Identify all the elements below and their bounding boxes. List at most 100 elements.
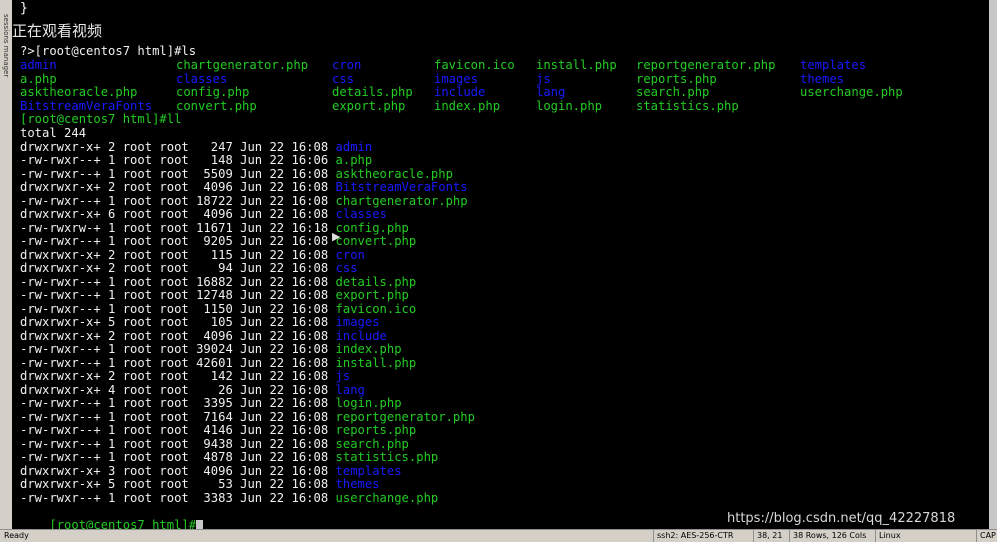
ll-row-meta: drwxrwxr-x+ 2 root root 4096 Jun 22 16:0… (20, 328, 336, 343)
ls-entry: templates (800, 58, 867, 72)
total-line: total 244 (20, 126, 87, 140)
ll-row-filename: index.php (335, 342, 402, 356)
ls-entry: index.php (434, 98, 501, 113)
status-size: 38 Rows, 126 Cols (789, 530, 875, 542)
ll-row-meta: drwxrwxr-x+ 2 root root 4096 Jun 22 16:0… (20, 180, 336, 194)
ll-row-filename: chartgenerator.php (335, 193, 468, 208)
ls-entry: favicon.ico (434, 58, 515, 72)
ll-row: drwxrwxr-x+ 2 root root 94 Jun 22 16:08 … (20, 261, 358, 275)
ll-row: drwxrwxr-x+ 3 root root 4096 Jun 22 16:0… (20, 464, 402, 478)
ll-row-meta: -rw-rwxr--+ 1 root root 39024 Jun 22 16:… (20, 342, 336, 356)
ls-entry: reports.php (636, 71, 717, 86)
ll-row-meta: -rw-rwxr--+ 1 root root 12748 Jun 22 16:… (20, 288, 336, 302)
ll-row-meta: drwxrwxr-x+ 4 root root 26 Jun 22 16:08 (20, 382, 336, 397)
ll-row-filename: templates (335, 463, 402, 478)
text-cursor (196, 519, 204, 529)
ls-entry: themes (800, 71, 845, 86)
ll-row: -rw-rwxr--+ 1 root root 148 Jun 22 16:06… (20, 153, 372, 167)
ll-row-meta: -rw-rwxr--+ 1 root root 9438 Jun 22 16:0… (20, 436, 336, 451)
ll-row: drwxrwxr-x+ 5 root root 105 Jun 22 16:08… (20, 315, 380, 329)
session-manager-label: sessions manager (2, 14, 10, 78)
ll-row-filename: images (335, 315, 380, 329)
ll-row-filename: reports.php (335, 423, 417, 437)
ll-row-filename: js (335, 369, 351, 383)
ll-row-filename: reportgenerator.php (335, 409, 475, 424)
ll-row: -rw-rwxr--+ 1 root root 18722 Jun 22 16:… (20, 194, 468, 208)
ls-entry: reportgenerator.php (636, 58, 776, 72)
ll-row-filename: lang (335, 382, 365, 397)
ls-entry: install.php (536, 58, 617, 72)
status-ready: Ready (4, 531, 29, 540)
ll-row-filename: statistics.php (335, 450, 439, 464)
status-cursor-pos: 38, 21 (753, 530, 787, 542)
ls-entry: userchange.php (800, 85, 903, 99)
ls-entry: statistics.php (636, 98, 739, 113)
ll-row-filename: a.php (335, 153, 373, 167)
ls-entry: config.php (176, 85, 250, 99)
ll-row: -rw-rwxr--+ 1 root root 16882 Jun 22 16:… (20, 275, 416, 289)
ll-row: drwxrwxr-x+ 2 root root 247 Jun 22 16:08… (20, 140, 372, 154)
ll-row: -rw-rwxr--+ 1 root root 39024 Jun 22 16:… (20, 342, 402, 356)
ll-row-filename: themes (335, 477, 380, 491)
ls-entry: export.php (332, 98, 406, 113)
ll-row: -rw-rwxr--+ 1 root root 9205 Jun 22 16:0… (20, 234, 416, 248)
ll-row-filename: classes (335, 207, 387, 221)
previous-output-brace: } (20, 1, 28, 16)
ls-entry: login.php (536, 98, 603, 113)
ll-row-meta: drwxrwxr-x+ 2 root root 115 Jun 22 16:08 (20, 247, 336, 262)
status-ssh: ssh2: AES-256-CTR (653, 530, 745, 542)
ll-row: drwxrwxr-x+ 4 root root 26 Jun 22 16:08 … (20, 383, 365, 397)
mouse-cursor-icon: ▶ (332, 230, 341, 243)
ls-entry: admin (20, 58, 57, 72)
ls-entry: BitstreamVeraFonts (20, 98, 153, 113)
ll-row-filename: admin (335, 139, 373, 154)
final-prompt-line[interactable]: [root@centos7 html]# (20, 504, 204, 529)
ll-row-filename: install.php (335, 355, 417, 370)
watermark: https://blog.csdn.net/qq_42227818 (727, 511, 956, 526)
ll-row-filename: BitstreamVeraFonts (335, 180, 468, 194)
ls-entry: asktheoracle.php (20, 85, 138, 99)
ls-entry: chartgenerator.php (176, 58, 309, 72)
ls-entry: convert.php (176, 98, 257, 113)
ll-row-meta: -rw-rwxr--+ 1 root root 7164 Jun 22 16:0… (20, 409, 336, 424)
ll-row-filename: convert.php (335, 234, 417, 248)
ll-row-meta: -rw-rwxr--+ 1 root root 148 Jun 22 16:06 (20, 153, 336, 167)
ll-row-meta: -rw-rwxr--+ 1 root root 4146 Jun 22 16:0… (20, 423, 336, 437)
ll-row-filename: favicon.ico (335, 301, 417, 316)
video-overlay-text: 正在观看视频 (12, 22, 103, 40)
final-prompt-text: [root@centos7 html]# (49, 518, 197, 529)
ll-row-meta: -rw-rwxr--+ 1 root root 42601 Jun 22 16:… (20, 355, 336, 370)
ll-row-meta: drwxrwxr-x+ 5 root root 105 Jun 22 16:08 (20, 315, 336, 329)
ls-entry: classes (176, 71, 228, 86)
status-os: Linux (875, 530, 909, 542)
ll-row-filename: userchange.php (335, 490, 439, 505)
ll-row-meta: -rw-rwxr--+ 1 root root 1150 Jun 22 16:0… (20, 301, 336, 316)
ll-row-filename: export.php (335, 288, 409, 302)
terminal-screen[interactable]: } 正在观看视频 ?>[root@centos7 html]#ls admin a… (12, 0, 989, 529)
ll-row: -rw-rwxr--+ 1 root root 3383 Jun 22 16:0… (20, 491, 438, 505)
ll-row: -rw-rwxr--+ 1 root root 9438 Jun 22 16:0… (20, 437, 409, 451)
ll-row: drwxrwxr-x+ 6 root root 4096 Jun 22 16:0… (20, 207, 387, 221)
ll-row-filename: search.php (335, 436, 409, 451)
ll-row-meta: -rw-rwxr--+ 1 root root 4878 Jun 22 16:0… (20, 450, 336, 464)
ll-row: -rw-rwxr--+ 1 root root 7164 Jun 22 16:0… (20, 410, 475, 424)
ll-row-filename: asktheoracle.php (335, 166, 453, 181)
ls-entry: css (332, 71, 355, 86)
status-cap: CAP (976, 530, 997, 542)
ls-entry: details.php (332, 85, 413, 99)
ll-row-meta: -rw-rwxr--+ 1 root root 18722 Jun 22 16:… (20, 193, 336, 208)
prompt-ls-line: ?>[root@centos7 html]#ls (20, 44, 197, 58)
ll-row-filename: details.php (335, 274, 417, 289)
ll-row: -rw-rwxrw-+ 1 root root 11671 Jun 22 16:… (20, 221, 409, 235)
ll-row: drwxrwxr-x+ 2 root root 142 Jun 22 16:08… (20, 369, 350, 383)
ll-row-meta: drwxrwxr-x+ 2 root root 94 Jun 22 16:08 (20, 261, 336, 275)
scrollbar[interactable] (989, 0, 997, 529)
ll-row: -rw-rwxr--+ 1 root root 12748 Jun 22 16:… (20, 288, 409, 302)
ll-row-meta: -rw-rwxr--+ 1 root root 5509 Jun 22 16:0… (20, 166, 336, 181)
ls-entry: lang (536, 85, 566, 99)
ll-row: drwxrwxr-x+ 2 root root 4096 Jun 22 16:0… (20, 329, 387, 343)
ls-entry: js (536, 71, 551, 86)
ll-row-meta: drwxrwxr-x+ 2 root root 142 Jun 22 16:08 (20, 369, 336, 383)
status-bar: Ready ssh2: AES-256-CTR 38, 21 38 Rows, … (0, 529, 997, 542)
ll-row-meta: drwxrwxr-x+ 2 root root 247 Jun 22 16:08 (20, 139, 336, 154)
